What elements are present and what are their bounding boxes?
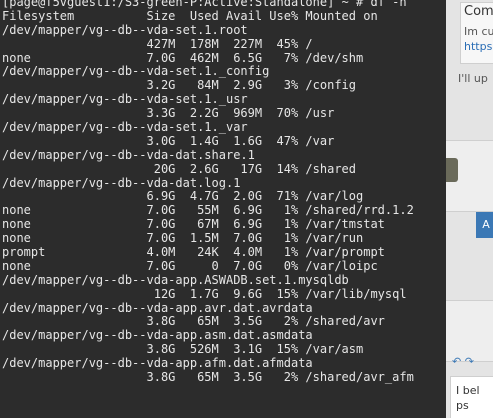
terminal-line: 20G 2.6G 17G 14% /shared	[2, 161, 357, 176]
background-text-line-2: I'll up	[458, 72, 488, 85]
terminal-line: /dev/mapper/vg--db--vda-dat.share.1	[2, 147, 255, 162]
terminal-line: /dev/mapper/vg--db--vda-app.ASWADB.set.1…	[2, 272, 349, 287]
background-button-label: A	[482, 218, 490, 231]
background-reply-text: I bel	[456, 384, 480, 397]
undo-redo-icon[interactable]: ↶ ↷	[452, 355, 474, 368]
background-text-line: Im cu	[464, 25, 493, 38]
background-link[interactable]: https	[464, 40, 492, 53]
terminal-line: /dev/mapper/vg--db--vda-dat.log.1	[2, 175, 241, 190]
background-reply-text-2: ps	[456, 399, 469, 412]
terminal-line: 3.3G 2.2G 969M 70% /usr	[2, 106, 335, 121]
terminal-line: prompt 4.0M 24K 4.0M 1% /var/prompt	[2, 245, 385, 260]
terminal-line: 12G 1.7G 9.6G 15% /var/lib/mysql	[2, 286, 407, 301]
terminal-line: /dev/mapper/vg--db--vda-app.asm.dat.asmd…	[2, 328, 313, 343]
terminal-line: 427M 178M 227M 45% /	[2, 36, 313, 51]
terminal-line: /dev/mapper/vg--db--vda-set.1._var	[2, 120, 248, 135]
terminal-line: Filesystem Size Used Avail Use% Mounted …	[2, 8, 378, 23]
terminal-line: /dev/mapper/vg--db--vda-set.1._usr	[2, 92, 248, 107]
terminal-line: 6.9G 4.7G 2.0G 71% /var/log	[2, 189, 364, 204]
terminal-line: 3.8G 65M 3.5G 2% /shared/avr_afm	[2, 370, 414, 385]
terminal-line: /dev/mapper/vg--db--vda-set.1.root	[2, 22, 248, 37]
terminal-window[interactable]: [page@f5vguest1:/S3-green-P:Active:Stand…	[0, 0, 446, 418]
terminal-line: none 7.0G 462M 6.5G 7% /dev/shm	[2, 50, 364, 65]
background-button[interactable]: A	[476, 212, 493, 238]
terminal-line: none 7.0G 55M 6.9G 1% /shared/rrd.1.2	[2, 203, 414, 218]
terminal-line: none 7.0G 0 7.0G 0% /var/loipc	[2, 258, 378, 273]
terminal-line: none 7.0G 1.5M 7.0G 1% /var/run	[2, 231, 364, 246]
background-heading: Com	[464, 4, 493, 19]
terminal-line: /dev/mapper/vg--db--vda-app.afm.dat.afmd…	[2, 356, 313, 371]
terminal-line: 3.8G 65M 3.5G 2% /shared/avr	[2, 314, 385, 329]
terminal-line: 3.2G 84M 2.9G 3% /config	[2, 78, 357, 93]
terminal-line: /dev/mapper/vg--db--vda-set.1._config	[2, 64, 270, 79]
terminal-line: /dev/mapper/vg--db--vda-app.avr.dat.avrd…	[2, 300, 313, 315]
terminal-line: 3.8G 526M 3.1G 15% /var/asm	[2, 342, 364, 357]
terminal-line: none 7.0G 67M 6.9G 1% /var/tmstat	[2, 217, 385, 232]
terminal-line: 3.0G 1.4G 1.6G 47% /var	[2, 133, 335, 148]
desktop-screen: Com Im cu https I'll up A ↶ ↷ I bel ps […	[0, 0, 493, 418]
